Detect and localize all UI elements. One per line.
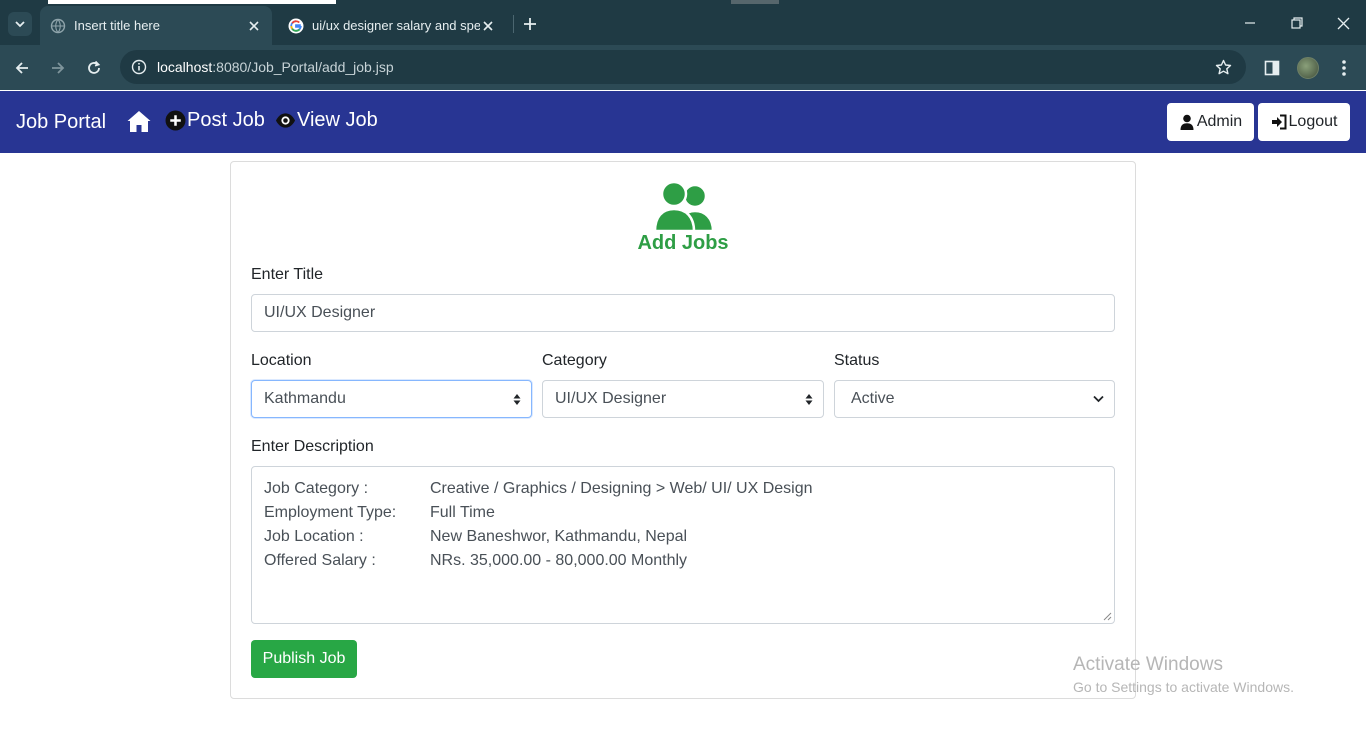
browser-tab-google[interactable]: ui/ux designer salary and specifi: [278, 6, 506, 45]
url-path: :8080/Job_Portal/add_job.jsp: [212, 59, 394, 75]
category-select[interactable]: UI/UX Designer: [542, 380, 824, 418]
description-value: Creative / Graphics / Designing > Web/ U…: [430, 480, 813, 497]
app-navbar: Job Portal Post Job View Job Admin Logou…: [0, 91, 1366, 153]
plus-circle-icon: [165, 110, 186, 131]
location-label: Location: [251, 352, 312, 369]
publish-job-button[interactable]: Publish Job: [251, 640, 357, 678]
plus-icon: [524, 18, 536, 30]
status-label: Status: [834, 352, 880, 369]
close-icon: [1337, 17, 1349, 29]
select-arrows-icon: [805, 394, 813, 405]
restore-icon: [1291, 17, 1303, 29]
side-panel-icon: [1264, 60, 1280, 76]
activate-windows-subtitle: Go to Settings to activate Windows.: [1073, 679, 1294, 695]
reload-button[interactable]: [82, 56, 106, 80]
tab-search-button[interactable]: [8, 12, 32, 36]
browser-toolbar: localhost:8080/Job_Portal/add_job.jsp: [0, 45, 1366, 90]
select-arrows-icon: [513, 394, 521, 405]
page-title: Add Jobs: [637, 232, 729, 254]
minimize-button[interactable]: [1241, 14, 1259, 32]
logout-button-label: Logout: [1288, 113, 1338, 130]
description-label: Enter Description: [251, 438, 374, 455]
address-bar[interactable]: localhost:8080/Job_Portal/add_job.jsp: [120, 50, 1246, 84]
description-key: Job Location :: [264, 528, 364, 545]
title-input-value: UI/UX Designer: [264, 304, 376, 321]
logout-button[interactable]: Logout: [1258, 103, 1350, 141]
status-select[interactable]: Active: [834, 380, 1115, 418]
description-line: Job Category : Creative / Graphics / Des…: [264, 477, 1102, 501]
description-value: Full Time: [430, 504, 495, 521]
activate-windows-title: Activate Windows: [1073, 654, 1223, 675]
nav-post-job[interactable]: Post Job: [165, 109, 265, 132]
description-key: Job Category :: [264, 480, 369, 497]
close-tab-icon[interactable]: [246, 18, 262, 34]
tab-title: Insert title here: [74, 18, 160, 33]
tab-title: ui/ux designer salary and specifi: [312, 18, 480, 33]
browser-tab-strip: Insert title here ui/ux designer salary …: [0, 0, 1366, 45]
description-value: New Baneshwor, Kathmandu, Nepal: [430, 528, 688, 545]
admin-button-label: Admin: [1196, 113, 1243, 130]
location-select[interactable]: Kathmandu: [251, 380, 532, 418]
google-icon: [288, 18, 304, 33]
site-info-icon[interactable]: [128, 56, 150, 78]
avatar: [1297, 57, 1319, 79]
close-tab-icon[interactable]: [480, 18, 496, 34]
reload-icon: [88, 60, 101, 74]
globe-icon: [50, 18, 66, 33]
chevron-down-icon: [15, 21, 25, 28]
minimize-icon: [1245, 22, 1255, 24]
title-label: Enter Title: [251, 266, 324, 283]
restore-button[interactable]: [1288, 14, 1306, 32]
description-line: Job Location : New Baneshwor, Kathmandu,…: [264, 525, 1102, 549]
admin-button[interactable]: Admin: [1167, 103, 1254, 141]
description-line: Offered Salary : NRs. 35,000.00 - 80,000…: [264, 549, 1102, 573]
profile-button[interactable]: [1297, 57, 1319, 79]
browser-tab-active[interactable]: Insert title here: [40, 6, 272, 45]
back-button[interactable]: [10, 56, 34, 80]
tab-strip-highlight: [48, 0, 336, 4]
more-vertical-icon: [1342, 60, 1346, 76]
tab-separator: [513, 15, 514, 33]
description-value: NRs. 35,000.00 - 80,000.00 Monthly: [430, 552, 688, 569]
arrow-left-icon: [15, 62, 28, 74]
new-tab-button[interactable]: [520, 14, 540, 34]
side-panel-button[interactable]: [1261, 57, 1283, 79]
description-textarea[interactable]: Job Category : Creative / Graphics / Des…: [251, 466, 1115, 624]
resize-handle-icon[interactable]: [1103, 612, 1112, 621]
bookmark-star-icon[interactable]: [1214, 58, 1232, 76]
brand-link[interactable]: Job Portal: [16, 111, 106, 134]
eye-icon: [275, 113, 296, 128]
category-select-value: UI/UX Designer: [555, 390, 667, 407]
tab-strip-drag-area: [731, 0, 779, 4]
url-text[interactable]: localhost:8080/Job_Portal/add_job.jsp: [157, 59, 394, 75]
description-key: Employment Type:: [264, 504, 397, 521]
forward-button[interactable]: [46, 56, 70, 80]
status-select-value: Active: [851, 390, 895, 407]
location-select-value: Kathmandu: [264, 390, 346, 407]
close-window-button[interactable]: [1334, 14, 1352, 32]
arrow-right-icon: [52, 62, 65, 74]
category-label: Category: [542, 352, 607, 369]
chevron-down-icon: [1093, 395, 1104, 403]
url-host: localhost: [157, 59, 213, 75]
nav-view-job-label: View Job: [297, 109, 378, 131]
sign-in-icon: [1271, 114, 1287, 130]
home-link[interactable]: [126, 109, 152, 135]
nav-view-job[interactable]: View Job: [275, 109, 378, 132]
description-line: Employment Type: Full Time: [264, 501, 1102, 525]
description-key: Offered Salary :: [264, 552, 376, 569]
title-input[interactable]: UI/UX Designer: [251, 294, 1115, 332]
browser-menu-button[interactable]: [1333, 57, 1355, 79]
user-icon: [1180, 114, 1194, 130]
users-icon: [654, 182, 714, 231]
add-job-card: Add Jobs Enter Title UI/UX Designer Loca…: [230, 161, 1136, 699]
nav-post-job-label: Post Job: [187, 109, 265, 131]
home-icon: [127, 111, 151, 132]
